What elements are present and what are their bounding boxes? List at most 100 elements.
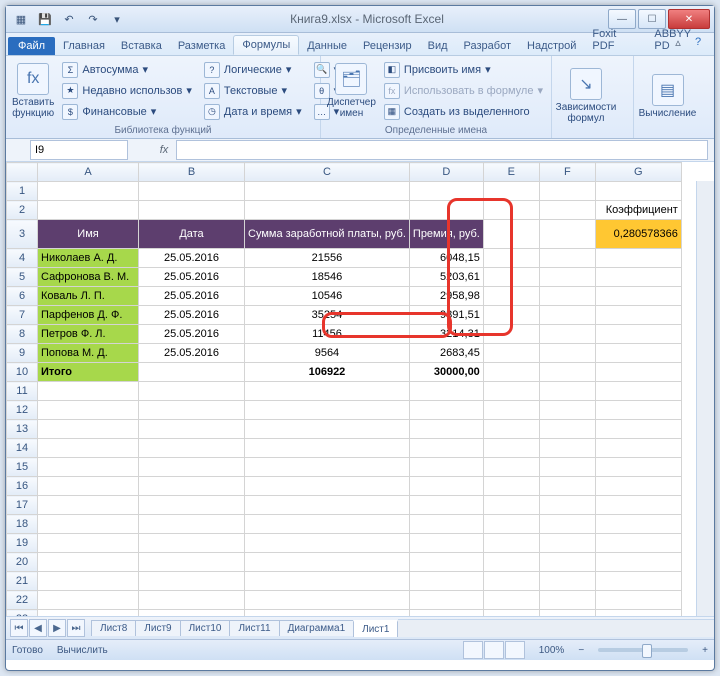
row-header[interactable]: 18 bbox=[7, 515, 38, 534]
row-header[interactable]: 10 bbox=[7, 363, 38, 382]
cell-bonus[interactable]: 5203,61 bbox=[409, 268, 483, 287]
cell-salary[interactable]: 9564 bbox=[245, 344, 410, 363]
zoom-in-button[interactable]: + bbox=[702, 645, 708, 656]
row-header[interactable]: 2 bbox=[7, 201, 38, 220]
col-header[interactable]: G bbox=[595, 163, 681, 182]
cell-bonus[interactable]: 2683,45 bbox=[409, 344, 483, 363]
cell-name[interactable]: Николаев А. Д. bbox=[38, 249, 139, 268]
cell-salary[interactable]: 21556 bbox=[245, 249, 410, 268]
vertical-scrollbar[interactable] bbox=[696, 181, 714, 616]
col-header[interactable]: B bbox=[139, 163, 245, 182]
tab-formulas[interactable]: Формулы bbox=[233, 35, 299, 55]
row-header[interactable]: 5 bbox=[7, 268, 38, 287]
row-header[interactable]: 15 bbox=[7, 458, 38, 477]
select-all-corner[interactable] bbox=[7, 163, 38, 182]
row-header[interactable]: 1 bbox=[7, 182, 38, 201]
sheet-nav-first[interactable]: ⏮ bbox=[10, 619, 28, 637]
row-header[interactable]: 3 bbox=[7, 220, 38, 249]
row-header[interactable]: 22 bbox=[7, 591, 38, 610]
col-header[interactable]: F bbox=[539, 163, 595, 182]
sheet-tab-active[interactable]: Лист1 bbox=[353, 620, 398, 637]
cell-bonus[interactable]: 6048,15 bbox=[409, 249, 483, 268]
col-header[interactable]: A bbox=[38, 163, 139, 182]
save-button[interactable]: 💾 bbox=[34, 8, 56, 30]
sheet-nav-next[interactable]: ▶ bbox=[48, 619, 66, 637]
cell-salary[interactable]: 18546 bbox=[245, 268, 410, 287]
col-header[interactable]: D bbox=[409, 163, 483, 182]
col-header[interactable]: C bbox=[245, 163, 410, 182]
redo-button[interactable]: ↷ bbox=[82, 8, 104, 30]
sheet-nav-prev[interactable]: ◀ bbox=[29, 619, 47, 637]
row-header[interactable]: 4 bbox=[7, 249, 38, 268]
total-bonus[interactable]: 30000,00 bbox=[409, 363, 483, 382]
row-header[interactable]: 13 bbox=[7, 420, 38, 439]
cell-bonus[interactable]: 2958,98 bbox=[409, 287, 483, 306]
name-manager-button[interactable]: 🗂 Диспетчер имен bbox=[327, 61, 376, 121]
view-pagebreak-button[interactable] bbox=[505, 641, 525, 659]
cell-salary[interactable]: 10546 bbox=[245, 287, 410, 306]
logical-button[interactable]: ?Логические ▾ bbox=[200, 60, 306, 80]
qat-more[interactable]: ▾ bbox=[106, 8, 128, 30]
row-header[interactable]: 20 bbox=[7, 553, 38, 572]
row-header[interactable]: 16 bbox=[7, 477, 38, 496]
calculation-button[interactable]: ▤Вычисление bbox=[640, 66, 696, 126]
cell-date[interactable]: 25.05.2016 bbox=[139, 306, 245, 325]
zoom-level[interactable]: 100% bbox=[539, 645, 565, 656]
view-normal-button[interactable] bbox=[463, 641, 483, 659]
row-header[interactable]: 23 bbox=[7, 610, 38, 617]
sheet-tab[interactable]: Лист10 bbox=[180, 620, 231, 636]
horizontal-scrollbar[interactable] bbox=[398, 619, 714, 637]
row-header[interactable]: 12 bbox=[7, 401, 38, 420]
tab-data[interactable]: Данные bbox=[299, 37, 355, 55]
sheet-tab[interactable]: Лист8 bbox=[91, 620, 136, 636]
tab-layout[interactable]: Разметка bbox=[170, 37, 234, 55]
row-header[interactable]: 14 bbox=[7, 439, 38, 458]
excel-icon[interactable]: ▦ bbox=[10, 8, 32, 30]
col-header[interactable]: E bbox=[483, 163, 539, 182]
fx-label[interactable]: fx bbox=[156, 144, 172, 156]
sheet-tab[interactable]: Лист9 bbox=[135, 620, 180, 636]
financial-button[interactable]: $Финансовые ▾ bbox=[58, 102, 196, 122]
tab-review[interactable]: Рецензир bbox=[355, 37, 420, 55]
cell-salary[interactable]: 35254 bbox=[245, 306, 410, 325]
cell-name[interactable]: Петров Ф. Л. bbox=[38, 325, 139, 344]
text-button[interactable]: AТекстовые ▾ bbox=[200, 81, 306, 101]
row-header[interactable]: 9 bbox=[7, 344, 38, 363]
spreadsheet-grid[interactable]: A B C D E F G 1 2Коэффициент 3 Имя Дата … bbox=[6, 162, 714, 616]
ribbon-collapse-icon[interactable]: ▵ bbox=[670, 36, 686, 49]
total-label[interactable]: Итого bbox=[38, 363, 139, 382]
row-header[interactable]: 6 bbox=[7, 287, 38, 306]
sheet-tab[interactable]: Лист11 bbox=[229, 620, 279, 636]
cell-name[interactable]: Попова М. Д. bbox=[38, 344, 139, 363]
insert-function-button[interactable]: fx Вставить функцию bbox=[12, 61, 54, 121]
cell-bonus[interactable]: 3214,31 bbox=[409, 325, 483, 344]
tab-insert[interactable]: Вставка bbox=[113, 37, 170, 55]
cell-date[interactable]: 25.05.2016 bbox=[139, 344, 245, 363]
cell-salary[interactable]: 11456 bbox=[245, 325, 410, 344]
name-box[interactable]: I9 bbox=[30, 140, 128, 160]
help-icon[interactable]: ? bbox=[690, 36, 706, 49]
view-layout-button[interactable] bbox=[484, 641, 504, 659]
tab-file[interactable]: Файл bbox=[8, 37, 55, 55]
undo-button[interactable]: ↶ bbox=[58, 8, 80, 30]
cell-bonus[interactable]: 9891,51 bbox=[409, 306, 483, 325]
row-header[interactable]: 11 bbox=[7, 382, 38, 401]
assign-name-button[interactable]: ◧Присвоить имя ▾ bbox=[380, 60, 547, 80]
cell-date[interactable]: 25.05.2016 bbox=[139, 287, 245, 306]
row-header[interactable]: 8 bbox=[7, 325, 38, 344]
cell-date[interactable]: 25.05.2016 bbox=[139, 325, 245, 344]
row-header[interactable]: 19 bbox=[7, 534, 38, 553]
total-salary[interactable]: 106922 bbox=[245, 363, 410, 382]
row-header[interactable]: 17 bbox=[7, 496, 38, 515]
autosum-button[interactable]: ΣАвтосумма ▾ bbox=[58, 60, 196, 80]
zoom-out-button[interactable]: − bbox=[578, 645, 584, 656]
create-from-selection-button[interactable]: ▦Создать из выделенного bbox=[380, 102, 547, 122]
trace-deps-button[interactable]: ↘Зависимости формул bbox=[558, 66, 614, 126]
formula-input[interactable] bbox=[176, 140, 708, 160]
tab-view[interactable]: Вид bbox=[420, 37, 456, 55]
zoom-slider[interactable] bbox=[598, 648, 688, 652]
cell-date[interactable]: 25.05.2016 bbox=[139, 268, 245, 287]
sheet-nav-last[interactable]: ⏭ bbox=[67, 619, 85, 637]
row-header[interactable]: 21 bbox=[7, 572, 38, 591]
recent-button[interactable]: ★Недавно использов ▾ bbox=[58, 81, 196, 101]
